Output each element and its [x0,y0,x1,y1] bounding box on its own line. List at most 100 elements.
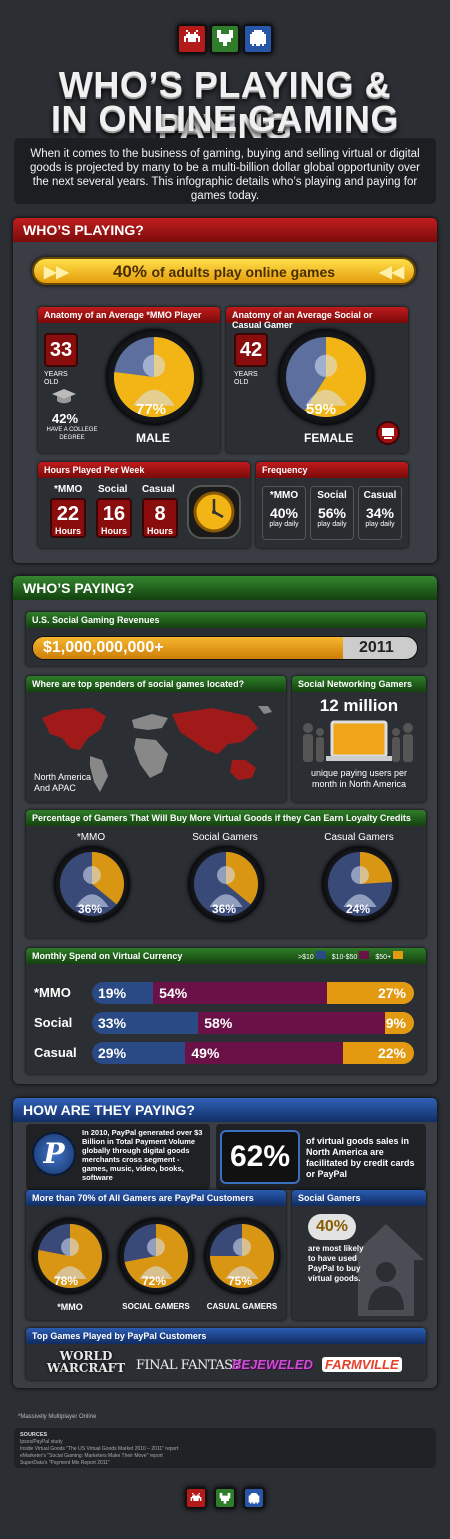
whos-paying-banner: WHO’S PAYING? [13,576,437,600]
spend-bar-segment: 49% [185,1042,344,1064]
frequency-header: Frequency [256,462,408,478]
freq-social-unit: play daily [317,521,347,528]
game-logo-bejeweled: BEJEWELED [232,1357,313,1372]
networking-panel: Social Networking Gamers 12 million uniq… [292,676,426,802]
source-item: Ipsos/PayPal study [20,1439,63,1445]
spenders-header: Where are top spenders of social games l… [26,676,286,692]
social-age: 42 [239,339,263,361]
mmo-gender-label: MALE [136,431,170,445]
monthly-spend-panel: Monthly Spend on Virtual Currency >$10 $… [26,948,426,1074]
hours-mmo-box: 22 Hours [50,498,86,538]
spend-bar-segment: 22% [343,1042,414,1064]
spend-bar-segment: 19% [92,982,154,1004]
customers-social-value: 72% [142,1274,167,1288]
hours-social-label: Social [98,484,128,495]
hours-casual-label: Casual [142,484,175,495]
hours-header: Hours Played Per Week [38,462,250,478]
freq-social-box: Social 56% play daily [310,486,354,540]
loyalty-casual-label: Casual Gamers [324,832,394,843]
hours-casual-unit: Hours [146,526,173,536]
mmo-age-box: 33 [44,333,78,367]
social-gamers-pct: 40% [315,1218,349,1235]
adults-value: 40% [112,262,147,281]
mmo-age-label: YEARS OLD [44,371,68,386]
freq-mmo-unit: play daily [269,521,299,528]
customers-casual-label: CASUAL GAMERS [206,1302,278,1311]
revenue-header: U.S. Social Gaming Revenues [26,612,426,628]
top-games-panel: Top Games Played by PayPal Customers WOR… [26,1328,426,1380]
legend-item-high: $50+ [375,951,404,961]
game-logo-farmville: FARMVILLE [322,1357,402,1372]
revenue-year: 2011 [359,639,394,656]
freq-mmo-box: *MMO 40% play daily [262,486,306,540]
freq-mmo-label: *MMO [269,490,299,501]
spend-bar-segment: 29% [92,1042,186,1064]
spend-bar-segment: 33% [92,1012,199,1034]
ghost-invader-icon [243,1487,265,1509]
social-anatomy-panel: Anatomy of an Average Social or Casual G… [226,307,408,453]
freq-social-label: Social [317,490,347,501]
loyalty-mmo-value: 36% [78,902,103,916]
hours-social-value: 16 [102,503,126,525]
spend-bar-segment: 54% [153,982,328,1004]
spend-bar-row: 33% 58% 9% [92,1012,414,1034]
spenders-label: North America And APAC [34,772,92,793]
hours-mmo-label: *MMO [54,484,83,495]
paypal-text: In 2010, PayPal generated over $3 Billio… [82,1128,203,1182]
intro-text: When it comes to the business of gaming,… [14,138,436,204]
social-gamers-panel: Social Gamers 40% are most likely to hav… [292,1190,426,1320]
adults-text: of adults play online games [151,264,336,280]
spenders-panel: Where are top spenders of social games l… [26,676,286,802]
hours-panel: Hours Played Per Week *MMO 22 Hours Socia… [38,462,250,548]
credit-text: of virtual goods sales in North America … [306,1136,415,1179]
freq-casual-box: Casual 34% play daily [358,486,402,540]
crowd-silhouette-icon [296,718,422,764]
mmo-degree-label: HAVE A COLLEGE DEGREE [46,427,98,441]
freq-casual-value: 34% [365,505,395,521]
loyalty-mmo-label: *MMO [76,832,106,843]
social-gamers-text: are most likely to have used PayPal to b… [308,1244,364,1283]
loyalty-social-label: Social Gamers [192,832,258,843]
spend-bar-segment: 9% [385,1012,414,1034]
hours-mmo-unit: Hours [54,526,81,536]
networking-text: unique paying users per month in North A… [310,768,408,789]
source-item: eMarketer's "Social Gaming: Marketers Ma… [20,1453,163,1459]
loyalty-header: Percentage of Gamers That Will Buy More … [26,810,426,826]
source-item: SuperData's "Payment Mix Report 2011" [20,1460,110,1466]
credit-value: 62% [229,1140,291,1173]
spend-bar-row: 29% 49% 22% [92,1042,414,1064]
graduation-cap-icon [52,389,76,405]
spend-bar-segment: 58% [198,1012,385,1034]
legend: >$10 $10-$50 $50+ [298,951,404,961]
spend-category-label: Casual [34,1045,77,1060]
social-gamers-value: 40% [308,1214,356,1240]
legend-item-low: >$10 [298,951,326,961]
mmo-age: 33 [49,339,73,361]
sources-title: SOURCES [20,1432,48,1438]
networking-header: Social Networking Gamers [292,676,426,692]
legend-item-mid: $10-$50 [332,951,370,961]
adults-banner: ▶▶ ◀◀ 40% of adults play online games [32,257,416,285]
how-paying-banner: HOW ARE THEY PAYING? [13,1098,437,1122]
robot-invader-icon [214,1487,236,1509]
frequency-panel: Frequency *MMO 40% play daily Social 56%… [256,462,408,548]
customers-panel: More than 70% of All Gamers are PayPal C… [26,1190,286,1320]
networking-value: 12 million [319,696,399,715]
paypal-logo-icon: P [32,1132,76,1176]
computer-icon [376,421,400,445]
ghost-invader-icon [243,24,273,54]
mmo-degree-pct: 42% [52,411,79,426]
revenue-panel: U.S. Social Gaming Revenues $1,000,000,0… [26,612,426,666]
hours-casual-value: 8 [154,503,166,525]
whos-playing-banner: WHO’S PLAYING? [13,218,437,242]
social-age-box: 42 [234,333,268,367]
credit-block: 62% of virtual goods sales in North Amer… [216,1124,426,1190]
social-age-label: YEARS OLD [234,371,258,386]
spend-category-label: Social [34,1015,73,1030]
loyalty-panel: Percentage of Gamers That Will Buy More … [26,810,426,938]
spend-bar-segment: 27% [327,982,414,1004]
customers-mmo-label: *MMO [57,1302,83,1312]
mmo-gender-pct: 77% [136,401,167,418]
social-gender-label: FEMALE [304,431,354,445]
revenue-value: $1,000,000,000+ [43,639,164,656]
